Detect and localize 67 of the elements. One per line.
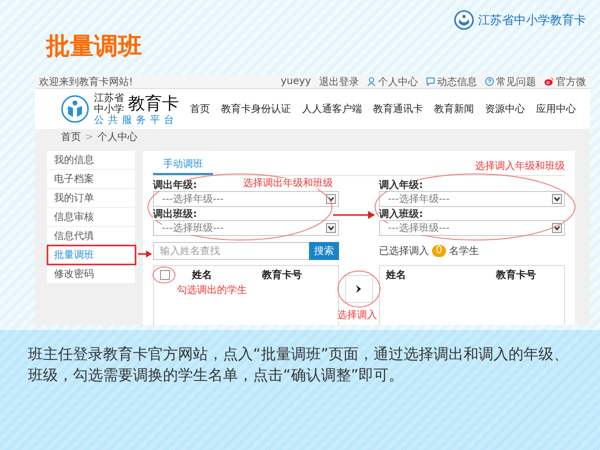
- logo-icon: [454, 10, 474, 30]
- sidebar-item[interactable]: 批量调班: [47, 246, 135, 264]
- chat-icon: [426, 77, 435, 86]
- top-link[interactable]: 个人中心: [378, 75, 418, 88]
- chevron-right-icon: [355, 284, 363, 294]
- sidebar-item[interactable]: 信息代填: [47, 227, 135, 245]
- nav-link[interactable]: 教育卡身份认证: [221, 102, 291, 116]
- dropdown-select[interactable]: ---选择班级---: [379, 220, 565, 236]
- breadcrumb-separator: >: [85, 132, 94, 142]
- count-badge: 0: [432, 245, 446, 257]
- checkbox[interactable]: [160, 270, 170, 280]
- logo-text: 中小学: [94, 104, 124, 114]
- dropdown-select[interactable]: ---选择班级---: [153, 220, 339, 236]
- caption-text: 班主任登录教育卡官方网站，点入“批量调班”页面，通过选择调出和调入的年级、班级，勾选需要调换的学生名单，点击“确认调整”即可。: [28, 344, 570, 386]
- field-label: 调入班级:: [379, 209, 423, 220]
- annotation-text: 勾选调出的学生: [177, 285, 247, 296]
- nav-link[interactable]: 资源中心: [485, 102, 525, 116]
- field-label: 调出班级:: [153, 209, 197, 220]
- dropdown-arrow-icon: [552, 194, 562, 204]
- sidebar-item[interactable]: 我的信息: [47, 151, 135, 169]
- top-link[interactable]: 常见问题: [496, 75, 536, 88]
- move-right-button[interactable]: [345, 275, 373, 303]
- sidebar-item[interactable]: 我的订单: [47, 189, 135, 207]
- search-button[interactable]: 搜索: [309, 242, 339, 260]
- logo-text: 江苏省: [94, 92, 124, 104]
- tab[interactable]: 手动调班: [153, 155, 213, 175]
- nav-link[interactable]: 首页: [190, 102, 210, 116]
- annotation-arrow: [333, 211, 375, 219]
- welcome-text: 欢迎来到教育卡网站!: [39, 76, 134, 88]
- count-label: 名学生: [449, 244, 479, 258]
- column-header: 姓名: [386, 268, 407, 282]
- annotation-ellipse: [338, 270, 380, 308]
- nav-link[interactable]: 人人通客户端: [302, 102, 362, 116]
- annotation-arrow: [138, 250, 152, 258]
- brand-name: 江苏省中小学教育卡: [478, 12, 586, 28]
- logo-subtitle: 公共服务平台: [94, 115, 179, 126]
- dropdown-select[interactable]: ---选择年级---: [153, 191, 339, 207]
- nav-link[interactable]: 应用中心: [536, 102, 576, 116]
- logout-link[interactable]: 退出登录: [319, 75, 359, 88]
- logo-icon: [61, 95, 89, 123]
- breadcrumb-link[interactable]: 首页: [61, 130, 81, 144]
- column-header: 教育卡号: [262, 268, 302, 282]
- nav-link[interactable]: 教育通讯卡: [373, 102, 423, 116]
- dropdown-arrow-icon: [552, 223, 562, 233]
- sidebar-item[interactable]: 修改密码: [47, 265, 135, 283]
- field-label: 调入年级:: [379, 180, 423, 191]
- username: yueyy: [280, 76, 311, 87]
- breadcrumb-link[interactable]: 个人中心: [97, 130, 138, 144]
- field-label: 调出年级:: [153, 180, 197, 191]
- logo-name: 教育卡: [128, 93, 179, 114]
- user-icon: [367, 77, 376, 86]
- top-link[interactable]: 官方微: [556, 75, 586, 88]
- top-link[interactable]: 动态信息: [437, 75, 477, 88]
- annotation-text: 选择调出年级和班级: [243, 178, 333, 189]
- annotation-text: 选择调入: [337, 310, 377, 321]
- column-header: 教育卡号: [496, 268, 536, 282]
- sidebar-item[interactable]: 电子档案: [47, 170, 135, 188]
- nav-link[interactable]: 教育新闻: [434, 102, 474, 116]
- annotation-text: 选择调入年级和班级: [475, 161, 565, 172]
- help-icon: [485, 77, 494, 86]
- slide-title: 批量调班: [46, 31, 142, 62]
- count-label: 已选择调入: [379, 244, 429, 258]
- dropdown-arrow-icon: [326, 223, 336, 233]
- column-header: 姓名: [192, 268, 213, 282]
- annotation-ellipse: [152, 266, 176, 284]
- dropdown-select[interactable]: ---选择年级---: [379, 191, 565, 207]
- sidebar-item[interactable]: 信息审核: [47, 208, 135, 226]
